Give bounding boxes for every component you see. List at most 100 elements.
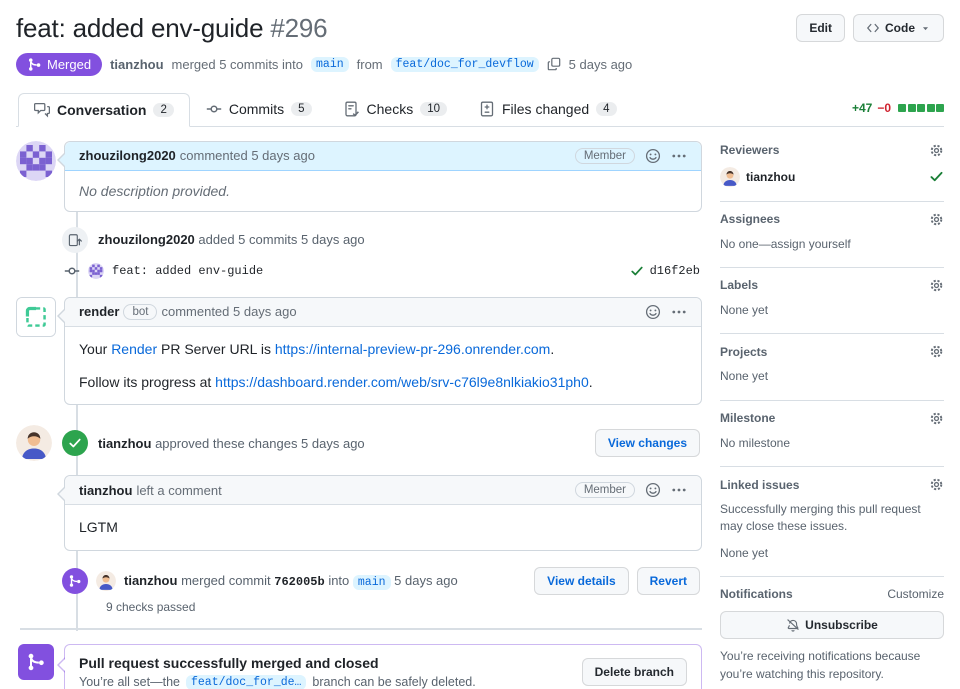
emoji-reaction-button[interactable] (645, 148, 661, 164)
event-author[interactable]: tianzhou (98, 436, 151, 451)
tab-checks[interactable]: Checks 10 (328, 92, 463, 126)
tab-label: Checks (366, 100, 414, 117)
tab-files-changed[interactable]: Files changed 4 (463, 92, 633, 126)
tab-counter: 2 (153, 102, 174, 117)
copy-icon[interactable] (547, 57, 561, 71)
tab-commits[interactable]: Commits 5 (190, 92, 328, 126)
git-commit-icon (64, 267, 80, 275)
projects-title: Projects (720, 344, 768, 359)
linked-issues-empty-text: None yet (720, 545, 769, 560)
comment-action: commented 5 days ago (179, 148, 315, 163)
gear-icon[interactable] (929, 477, 944, 492)
commits-added-event: zhouzilong2020 added 5 commits 5 days ag… (62, 226, 702, 253)
gear-icon[interactable] (929, 411, 944, 426)
view-details-button[interactable]: View details (534, 566, 629, 595)
merge-commit-sha[interactable]: 762005b (274, 575, 324, 589)
sidebar-section-projects: Projects None yet (720, 334, 944, 401)
emoji-reaction-button[interactable] (645, 304, 661, 320)
event-action: merged commit (181, 572, 271, 588)
conversation-timeline: zhouzilong2020 commented 5 days ago Memb… (16, 140, 702, 689)
emoji-reaction-button[interactable] (645, 482, 661, 498)
pr-tabs: Conversation 2 Commits 5 Checks 10 Files… (16, 92, 944, 127)
merged-banner-box: Pull request successfully merged and clo… (57, 643, 702, 689)
diffstat: +47 −0 (852, 101, 944, 115)
labels-title: Labels (720, 278, 759, 293)
checks-passed-link[interactable]: 9 checks passed (106, 600, 702, 614)
approved-check-icon (930, 171, 943, 182)
comment-author[interactable]: zhouzilong2020 (79, 148, 176, 163)
dashboard-url-link[interactable]: https://dashboard.render.com/web/srv-c76… (215, 374, 589, 390)
tab-label: Conversation (57, 101, 147, 118)
tab-conversation[interactable]: Conversation 2 (18, 92, 190, 127)
avatar-tianzhou[interactable] (16, 425, 52, 462)
header-actions: Edit Code (796, 14, 944, 42)
issue-comment: zhouzilong2020 commented 5 days ago Memb… (16, 140, 702, 212)
git-merge-icon (28, 57, 42, 71)
milestone-empty-text: No milestone (720, 435, 791, 450)
revert-button[interactable]: Revert (636, 566, 700, 595)
diffstat-deletions: −0 (877, 100, 891, 115)
projects-empty-text: None yet (720, 369, 769, 384)
from-word: from (356, 56, 383, 72)
merged-badge-circle (62, 567, 88, 594)
comment-action: left a comment (136, 482, 222, 498)
reviewer-row[interactable]: tianzhou (720, 166, 944, 187)
event-author[interactable]: tianzhou (124, 573, 177, 588)
event-action: approved these changes 5 days ago (155, 435, 365, 451)
banner-title: Pull request successfully merged and clo… (79, 654, 379, 671)
head-branch-label[interactable]: feat/doc_for_devflow (390, 56, 539, 72)
base-branch-label[interactable]: main (311, 56, 349, 72)
edit-button[interactable]: Edit (796, 14, 845, 42)
milestone-title: Milestone (720, 411, 776, 426)
comment-author[interactable]: render (79, 304, 119, 319)
kebab-icon (672, 488, 686, 492)
timeline-divider (20, 627, 702, 630)
gear-icon[interactable] (929, 212, 944, 227)
status-badge-label: Merged (47, 56, 92, 72)
diffstat-blocks (898, 103, 944, 112)
merge-branch-label[interactable]: main (352, 574, 391, 590)
bot-comment: render bot commented 5 days ago Your Ren… (16, 296, 702, 406)
code-button[interactable]: Code (853, 14, 944, 42)
approved-badge (62, 430, 88, 457)
commit-sha-link[interactable]: d16f2eb (650, 264, 700, 278)
delete-branch-button[interactable]: Delete branch (581, 658, 687, 687)
merged-banner-icon (18, 643, 54, 680)
unsubscribe-button[interactable]: Unsubscribe (720, 611, 944, 640)
git-merge-icon (27, 652, 45, 671)
customize-link[interactable]: Customize (887, 587, 944, 601)
bot-comment-line2: Follow its progress at https://dashboard… (79, 374, 593, 391)
comment-options-button[interactable] (671, 304, 687, 320)
caret-down-icon (922, 26, 929, 30)
checks-success-icon[interactable] (630, 264, 644, 278)
tab-counter: 4 (596, 101, 617, 116)
gear-icon[interactable] (929, 143, 944, 158)
gear-icon[interactable] (929, 278, 944, 293)
avatar-zhouzilong2020[interactable] (16, 140, 56, 181)
comment-options-button[interactable] (671, 482, 687, 498)
comment-author[interactable]: tianzhou (79, 483, 132, 498)
avatar-tianzhou-small[interactable] (96, 570, 116, 591)
preview-url-link[interactable]: https://internal-preview-pr-296.onrender… (275, 341, 550, 357)
render-link[interactable]: Render (111, 341, 157, 357)
comment-options-button[interactable] (671, 148, 687, 164)
pr-number: #296 (270, 13, 328, 43)
view-changes-button[interactable]: View changes (594, 429, 700, 458)
labels-empty-text: None yet (720, 302, 769, 317)
avatar-zhouzilong2020-small[interactable] (88, 262, 104, 279)
assignees-empty-text[interactable]: No one—assign yourself (720, 236, 944, 253)
comment-discussion-icon (34, 102, 50, 117)
merge-author-link[interactable]: tianzhou (110, 57, 163, 72)
deleted-branch-label[interactable]: feat/doc_for_de… (186, 674, 307, 689)
gear-icon[interactable] (929, 344, 944, 359)
commit-message-link[interactable]: feat: added env-guide (112, 264, 263, 278)
event-action: added 5 commits 5 days ago (198, 232, 365, 248)
event-author[interactable]: zhouzilong2020 (98, 232, 195, 247)
merged-time: 5 days ago (568, 56, 633, 72)
reviewer-name[interactable]: tianzhou (746, 170, 795, 184)
code-button-label: Code (885, 21, 915, 35)
avatar-render-bot[interactable] (16, 296, 56, 337)
smiley-icon (645, 304, 661, 319)
no-description-text: No description provided. (79, 182, 230, 199)
comment-box: render bot commented 5 days ago Your Ren… (57, 296, 702, 406)
